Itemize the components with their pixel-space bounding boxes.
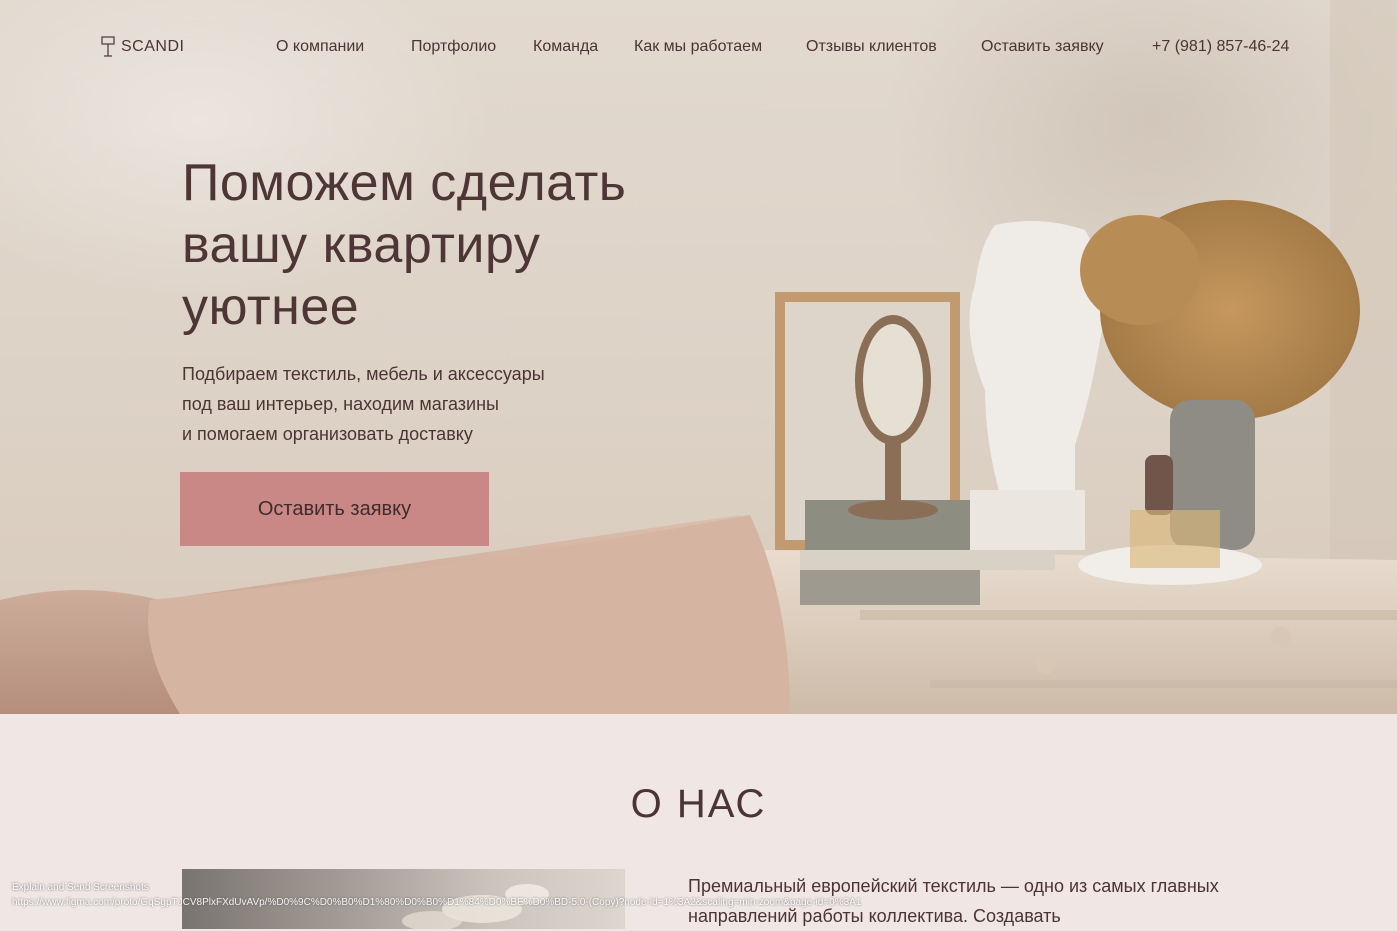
nav-link-request[interactable]: Оставить заявку bbox=[981, 38, 1104, 56]
nav-link-portfolio[interactable]: Портфолио bbox=[411, 38, 496, 56]
brand-name: SCANDI bbox=[121, 38, 185, 55]
hero-subtext: Подбираем текстиль, мебель и аксессуары … bbox=[182, 359, 642, 449]
overlay-label: Explain and Send Screenshots bbox=[12, 882, 149, 893]
nav-link-process[interactable]: Как мы работаем bbox=[634, 38, 762, 56]
nav-link-about[interactable]: О компании bbox=[276, 38, 364, 56]
hero-subtext-line: Подбираем текстиль, мебель и аксессуары bbox=[182, 364, 545, 384]
hero-section: SCANDI О компании Портфолио Команда Как … bbox=[0, 0, 1397, 714]
top-navigation: SCANDI О компании Портфолио Команда Как … bbox=[0, 0, 1397, 95]
hero-subtext-line: и помогаем организовать доставку bbox=[182, 424, 473, 444]
about-title: О НАС bbox=[630, 782, 767, 826]
brand-logo[interactable]: SCANDI bbox=[101, 36, 184, 58]
phone-link[interactable]: +7 (981) 857-46-24 bbox=[1152, 38, 1289, 56]
nav-link-team[interactable]: Команда bbox=[533, 38, 598, 56]
request-button[interactable]: Оставить заявку bbox=[180, 472, 489, 546]
hero-subtext-line: под ваш интерьер, находим магазины bbox=[182, 394, 499, 414]
lamp-icon bbox=[101, 36, 115, 57]
screenshot-overlay: Explain and Send Screenshots https://www… bbox=[12, 882, 861, 908]
hero-background-image bbox=[0, 0, 1397, 714]
nav-link-reviews[interactable]: Отзывы клиентов bbox=[806, 38, 937, 56]
hero-headline: Поможем сделать вашу квартиру уютнее bbox=[182, 154, 627, 336]
overlay-url: https://www.figma.com/proto/GqSgpTJCV8Pl… bbox=[12, 897, 862, 908]
